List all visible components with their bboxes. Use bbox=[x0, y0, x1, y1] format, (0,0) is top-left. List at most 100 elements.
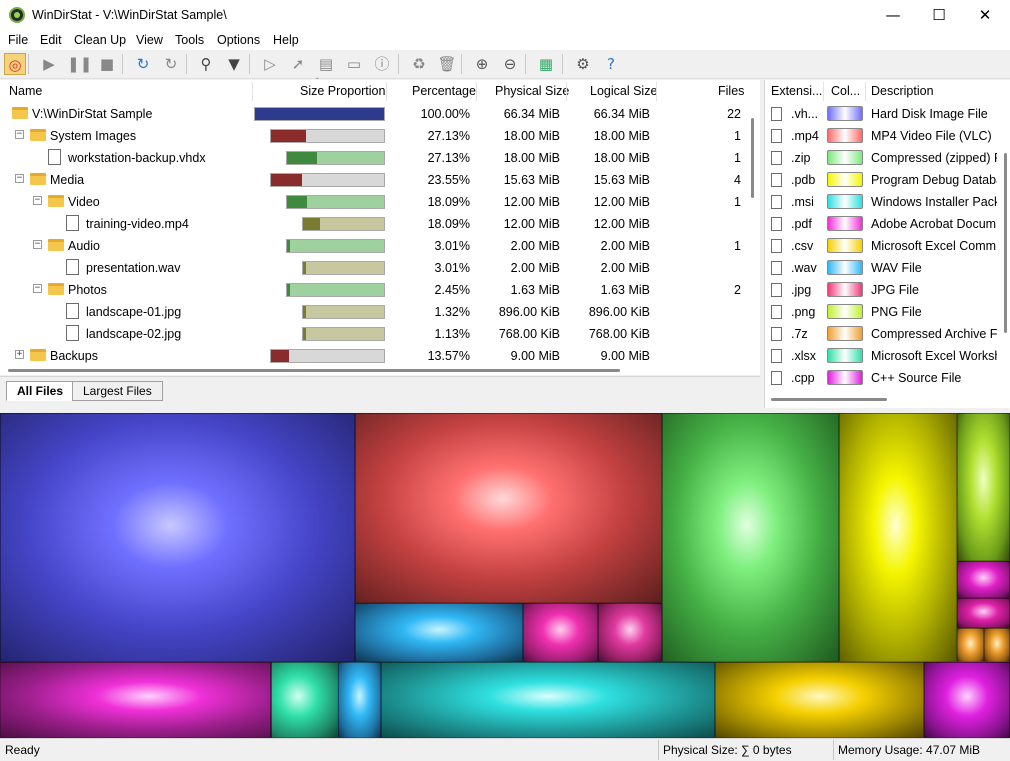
stop-icon[interactable]: ■ bbox=[96, 53, 118, 75]
settings-icon[interactable]: ⚙ bbox=[572, 53, 594, 75]
zoom-out-icon[interactable]: ⊖ bbox=[499, 53, 521, 75]
menu-view[interactable]: View bbox=[136, 33, 163, 47]
extension-row[interactable]: .msi Windows Installer Pack bbox=[765, 191, 999, 213]
treemap-toggle-icon[interactable]: ▦ bbox=[535, 53, 557, 75]
tree-horizontal-scrollbar[interactable] bbox=[0, 364, 760, 376]
minimize-button[interactable]: — bbox=[870, 0, 916, 31]
column-files[interactable]: Files bbox=[718, 84, 744, 98]
treemap-tile-png[interactable] bbox=[957, 413, 1010, 561]
treemap-tile-vhdx[interactable] bbox=[0, 413, 355, 662]
tree-row[interactable]: training-video.mp4 18.09% 12.00 MiB 12.00 M… bbox=[0, 213, 745, 235]
column-name[interactable]: Name bbox=[9, 84, 42, 98]
tree-row[interactable]: workstation-backup.vhdx 27.13% 18.00 MiB 18… bbox=[0, 147, 745, 169]
tree-row[interactable]: − Media 23.55% 15.63 MiB 15.63 MiB 4 bbox=[0, 169, 745, 191]
column-logical-size[interactable]: Logical Size bbox=[590, 84, 657, 98]
column-extension[interactable]: Extensi... bbox=[771, 84, 822, 98]
properties-icon[interactable]: ⓘ bbox=[371, 53, 393, 75]
tree-row[interactable]: − Video 18.09% 12.00 MiB 12.00 MiB 1 bbox=[0, 191, 745, 213]
zoom-in-icon[interactable]: ⊕ bbox=[471, 53, 493, 75]
extension-vertical-scrollbar[interactable] bbox=[999, 103, 1010, 393]
extension-row[interactable]: .jpg JPG File bbox=[765, 279, 999, 301]
open-item-icon[interactable]: ▷ bbox=[259, 53, 281, 75]
refresh-selected-icon[interactable]: ↻ bbox=[160, 53, 182, 75]
treemap[interactable] bbox=[0, 413, 1010, 738]
treemap-tile-csv[interactable] bbox=[715, 662, 924, 738]
tree-row[interactable]: V:\WinDirStat Sample 100.00% 66.34 MiB 66.3… bbox=[0, 103, 745, 125]
tree-row[interactable]: − System Images 27.13% 18.00 MiB 18.00 MiB 1 bbox=[0, 125, 745, 147]
tree-horizontal-scroll-thumb[interactable] bbox=[8, 369, 620, 372]
treemap-tile-jpg-1[interactable] bbox=[523, 603, 598, 662]
treemap-tile-mp4[interactable] bbox=[355, 413, 662, 603]
help-icon[interactable]: ? bbox=[600, 53, 622, 75]
column-description[interactable]: Description bbox=[871, 84, 934, 98]
select-in-explorer-icon[interactable]: ➚ bbox=[287, 53, 309, 75]
command-prompt-icon[interactable]: ▭ bbox=[343, 53, 365, 75]
extension-row[interactable]: .wav WAV File bbox=[765, 257, 999, 279]
tree-row[interactable]: landscape-01.jpg 1.32% 896.00 KiB 896.00 Ki… bbox=[0, 301, 745, 323]
menu-clean-up[interactable]: Clean Up bbox=[74, 33, 126, 47]
tab-largest-files[interactable]: Largest Files bbox=[72, 381, 163, 401]
treemap-tile-pdb[interactable] bbox=[839, 413, 957, 662]
collapse-icon[interactable]: − bbox=[15, 174, 24, 183]
column-physical-size[interactable]: Physical Size bbox=[495, 84, 569, 98]
extension-row[interactable]: .cpp C++ Source File bbox=[765, 367, 999, 389]
menu-tools[interactable]: Tools bbox=[175, 33, 204, 47]
extension-vertical-scroll-thumb[interactable] bbox=[1004, 153, 1007, 333]
extension-row[interactable]: .pdf Adobe Acrobat Docum bbox=[765, 213, 999, 235]
treemap-tile-xlsx[interactable] bbox=[271, 662, 338, 738]
tree-row[interactable]: − Photos 2.45% 1.63 MiB 1.63 MiB 2 bbox=[0, 279, 745, 301]
collapse-icon[interactable]: − bbox=[33, 196, 42, 205]
menu-help[interactable]: Help bbox=[273, 33, 299, 47]
tree-row[interactable]: − Audio 3.01% 2.00 MiB 2.00 MiB 1 bbox=[0, 235, 745, 257]
pause-icon[interactable]: ❚❚ bbox=[67, 53, 92, 75]
tree-vertical-scroll-thumb[interactable] bbox=[751, 118, 754, 198]
menu-file[interactable]: File bbox=[8, 33, 28, 47]
extension-row[interactable]: .7z Compressed Archive Fo bbox=[765, 323, 999, 345]
treemap-tile-cpp-3[interactable] bbox=[924, 662, 1010, 738]
treemap-tile-msi[interactable] bbox=[381, 662, 715, 738]
expand-icon[interactable]: + bbox=[15, 350, 24, 359]
filter-icon[interactable]: ▼ bbox=[223, 53, 245, 75]
tree-vertical-scrollbar[interactable] bbox=[746, 103, 760, 375]
extension-row[interactable]: .csv Microsoft Excel Comm bbox=[765, 235, 999, 257]
extension-row[interactable]: .png PNG File bbox=[765, 301, 999, 323]
tree-row[interactable]: presentation.wav 3.01% 2.00 MiB 2.00 MiB bbox=[0, 257, 745, 279]
column-color[interactable]: Col... bbox=[831, 84, 860, 98]
tree-row-physical-size: 2.00 MiB bbox=[510, 261, 560, 275]
maximize-button[interactable]: ☐ bbox=[916, 0, 962, 31]
extension-row[interactable]: .mp4 MP4 Video File (VLC) bbox=[765, 125, 999, 147]
treemap-tile-7z-2[interactable] bbox=[984, 628, 1010, 662]
treemap-tile-wav-2[interactable] bbox=[338, 662, 381, 738]
menu-options[interactable]: Options bbox=[217, 33, 260, 47]
extension-row[interactable]: .xlsx Microsoft Excel Worksh bbox=[765, 345, 999, 367]
target-icon[interactable]: ◎ bbox=[4, 53, 26, 75]
column-percentage[interactable]: Percentage bbox=[412, 84, 476, 98]
copy-path-icon[interactable]: ▤ bbox=[315, 53, 337, 75]
menu-edit[interactable]: Edit bbox=[40, 33, 62, 47]
play-icon[interactable]: ▶ bbox=[38, 53, 60, 75]
refresh-icon[interactable]: ↻ bbox=[132, 53, 154, 75]
extension-row[interactable]: .pdb Program Debug Databa bbox=[765, 169, 999, 191]
collapse-icon[interactable]: − bbox=[15, 130, 24, 139]
recycle-icon[interactable]: ♻ bbox=[408, 53, 430, 75]
extension-row[interactable]: .zip Compressed (zipped) F bbox=[765, 147, 999, 169]
extension-row[interactable]: .vh... Hard Disk Image File bbox=[765, 103, 999, 125]
tree-row[interactable]: landscape-02.jpg 1.13% 768.00 KiB 768.00 Ki… bbox=[0, 323, 745, 345]
treemap-tile-wav[interactable] bbox=[355, 603, 523, 662]
column-size-proportion[interactable]: Size Proportion bbox=[300, 84, 385, 98]
collapse-icon[interactable]: − bbox=[33, 284, 42, 293]
collapse-icon[interactable]: − bbox=[33, 240, 42, 249]
treemap-tile-7z-1[interactable] bbox=[957, 628, 984, 662]
treemap-tile-cpp-1[interactable] bbox=[957, 561, 1010, 598]
treemap-tile-cpp-2[interactable] bbox=[957, 598, 1010, 628]
tab-all-files[interactable]: All Files bbox=[6, 381, 75, 401]
close-button[interactable]: ✕ bbox=[962, 0, 1008, 31]
size-proportion-fill bbox=[287, 284, 290, 296]
folder-icon bbox=[30, 349, 46, 361]
treemap-tile-pdf[interactable] bbox=[0, 662, 271, 738]
find-icon[interactable]: ⚲ bbox=[195, 53, 217, 75]
delete-icon[interactable]: 🗑 bbox=[436, 53, 458, 75]
extension-horizontal-scroll-thumb[interactable] bbox=[771, 398, 887, 401]
treemap-tile-zip[interactable] bbox=[662, 413, 839, 662]
treemap-tile-jpg-2[interactable] bbox=[598, 603, 662, 662]
